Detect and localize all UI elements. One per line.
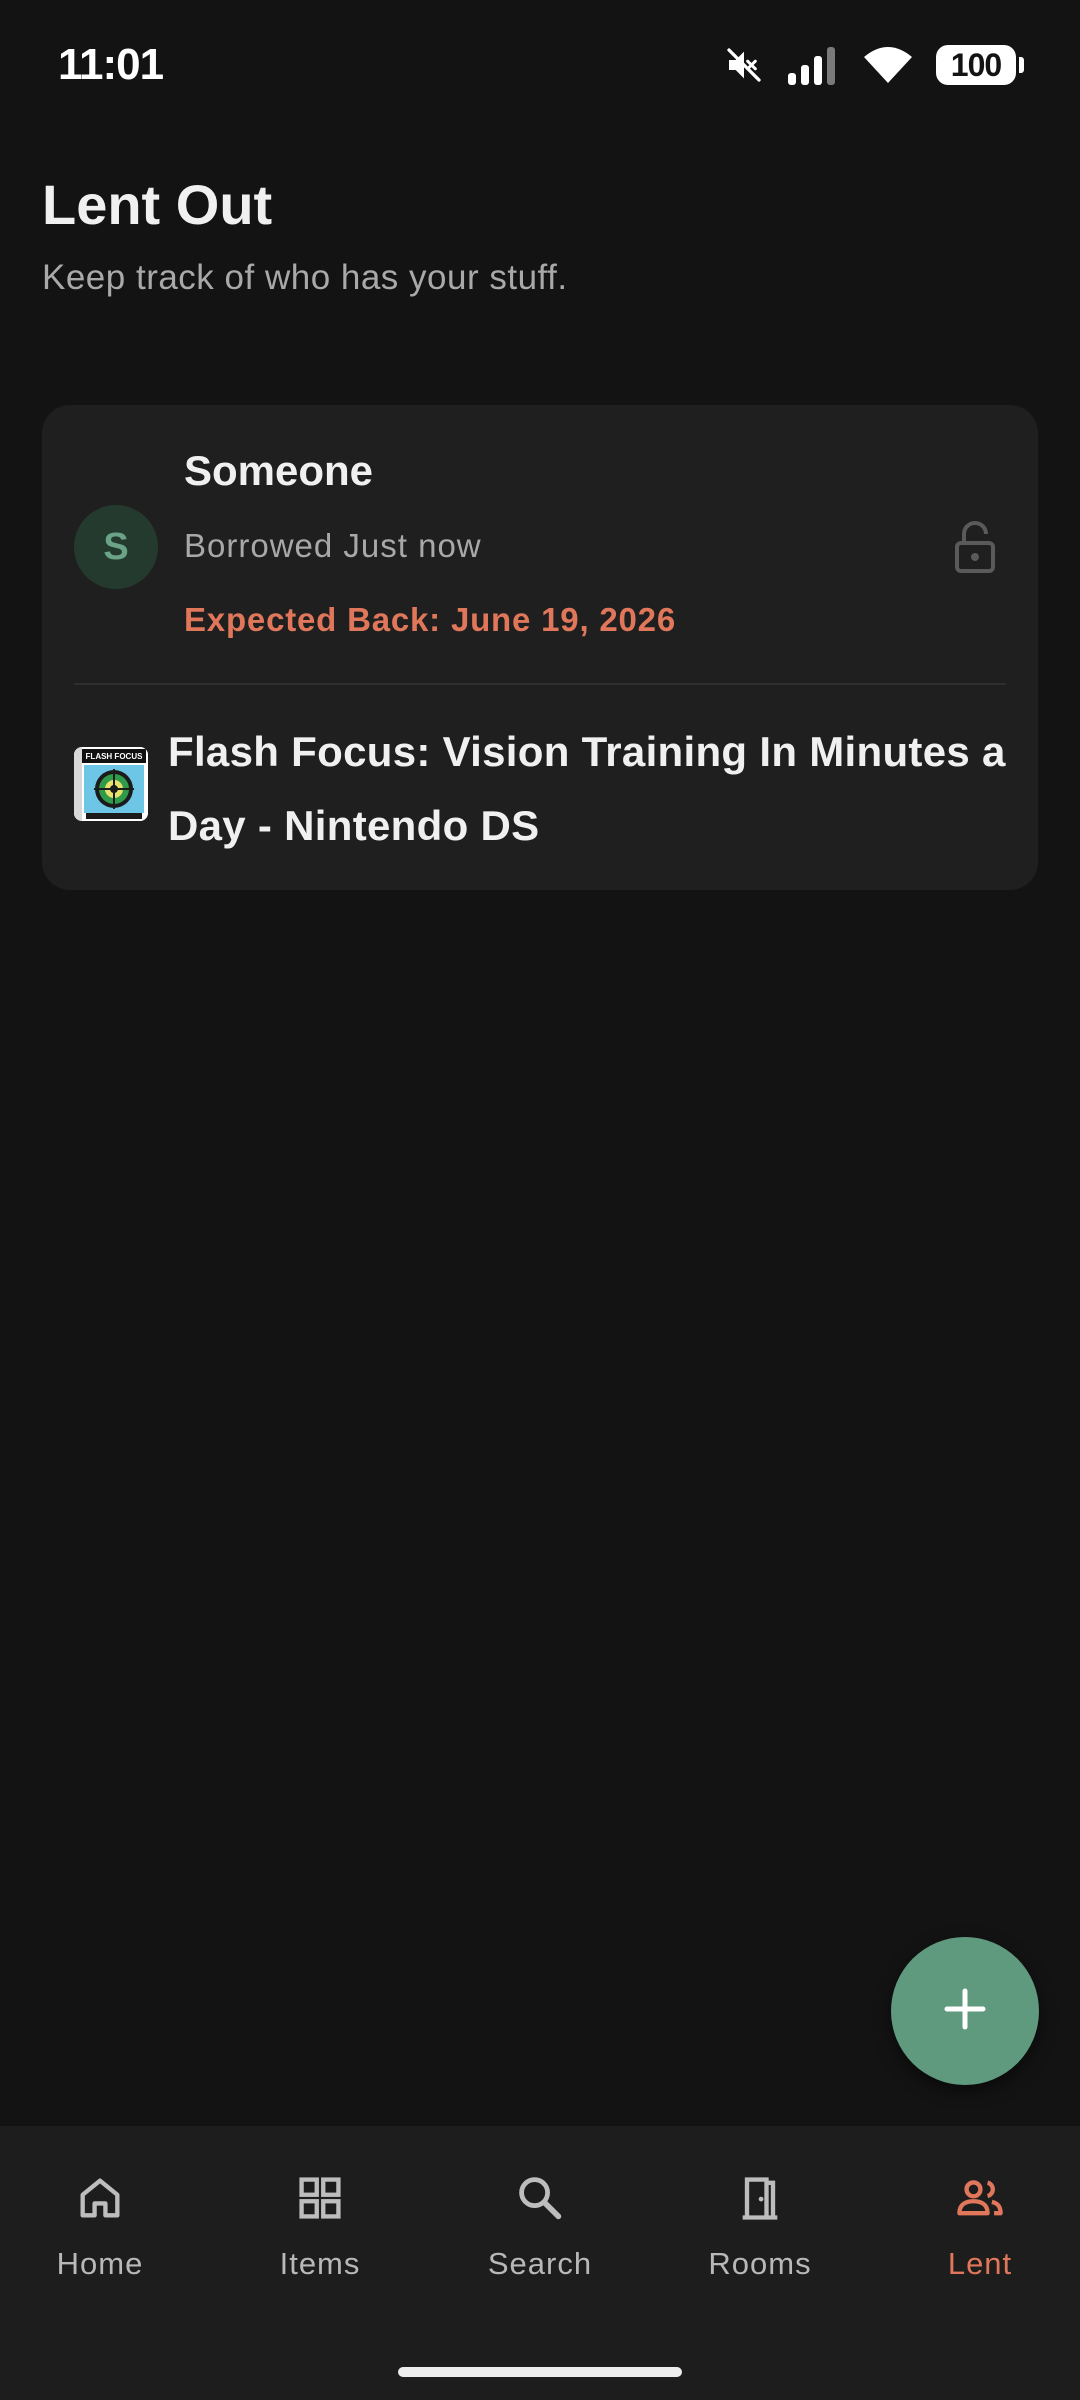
mute-icon (724, 45, 764, 85)
thumbnail-text: FLASH FOCUS (86, 752, 144, 761)
nav-item-lent[interactable]: Lent (880, 2172, 1080, 2312)
plus-icon (943, 1987, 987, 2036)
nav-item-search[interactable]: Search (440, 2172, 640, 2312)
battery-icon: 100 (936, 45, 1024, 85)
card-divider (74, 683, 1006, 685)
nav-label-lent: Lent (947, 2246, 1013, 2281)
search-icon (514, 2172, 566, 2224)
people-icon (954, 2172, 1006, 2224)
screen: 11:01 100 Lent Out Keep track of who has… (0, 0, 1080, 2400)
borrower-name: Someone (184, 447, 374, 494)
battery-level: 100 (936, 45, 1016, 85)
status-bar: 11:01 100 (0, 0, 1080, 130)
grid-icon (294, 2172, 346, 2224)
nav-label-home: Home (56, 2246, 144, 2281)
nav-item-rooms[interactable]: Rooms (660, 2172, 860, 2312)
status-icons: 100 (724, 40, 1024, 90)
borrowed-time: Borrowed Just now (184, 527, 482, 564)
signal-icon (786, 45, 840, 85)
home-indicator[interactable] (398, 2367, 682, 2377)
home-icon (74, 2172, 126, 2224)
nav-label-rooms: Rooms (708, 2246, 812, 2281)
avatar: S (74, 505, 158, 589)
nav-label-search: Search (487, 2246, 593, 2281)
nav-label-items: Items (279, 2246, 361, 2281)
bottom-nav: Home Items Search Rooms Lent (0, 2126, 1080, 2400)
door-icon (734, 2172, 786, 2224)
item-title: Flash Focus: Vision Training In Minutes … (168, 728, 1006, 849)
expected-back-date: Expected Back: June 19, 2026 (184, 601, 676, 638)
add-loan-button[interactable] (891, 1937, 1039, 2085)
page-subtitle: Keep track of who has your stuff. (42, 258, 568, 297)
nav-item-home[interactable]: Home (0, 2172, 200, 2312)
unlock-icon[interactable] (950, 519, 1000, 575)
item-thumbnail: FLASH FOCUS (74, 747, 148, 821)
page-title: Lent Out (42, 173, 273, 236)
status-time: 11:01 (58, 40, 164, 89)
loan-card[interactable]: S Someone Borrowed Just now Expected Bac… (42, 405, 1038, 890)
nav-item-items[interactable]: Items (220, 2172, 420, 2312)
wifi-icon (862, 45, 914, 85)
